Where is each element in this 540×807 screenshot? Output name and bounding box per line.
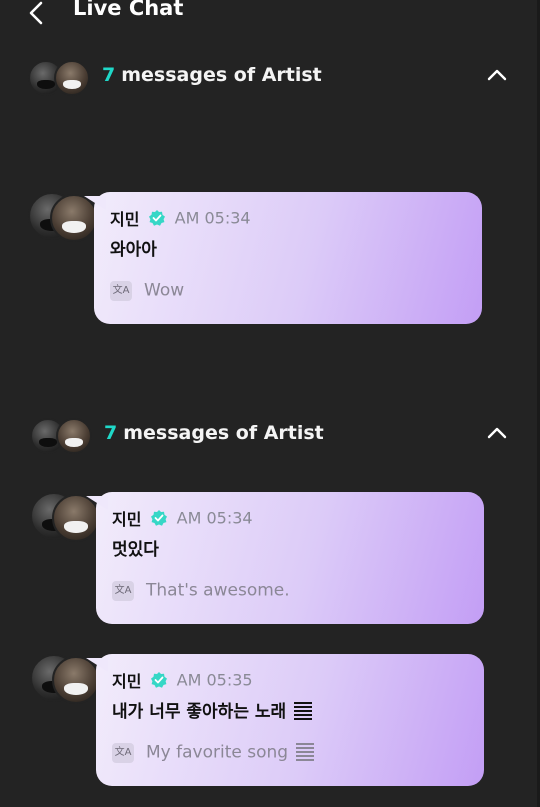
- avatar-group: [28, 418, 94, 454]
- message-count: 7: [104, 422, 118, 444]
- header-bar: Live Chat: [0, 0, 540, 30]
- messages-label: messages of Artist: [123, 422, 324, 444]
- message-translation: 文A Wow: [110, 280, 184, 301]
- chat-bubble[interactable]: 지민 AM 05:34 와아아 文A Wow: [84, 192, 482, 324]
- sender-name: 지민: [110, 210, 140, 229]
- list-lines-icon: [294, 702, 313, 722]
- sender-name: 지민: [112, 510, 142, 529]
- message-translation: 文A That's awesome.: [112, 580, 290, 601]
- translate-icon: 文A: [112, 580, 134, 601]
- message-meta: 지민 AM 05:34: [110, 206, 251, 230]
- translation-text: Wow: [144, 280, 185, 301]
- message-avatar[interactable]: [28, 654, 100, 704]
- artist-messages-label: 7 messages of Artist: [104, 422, 324, 444]
- message-text: 와아아: [110, 240, 157, 260]
- chevron-left-icon[interactable]: [26, 0, 48, 26]
- chat-bubble[interactable]: 지민 AM 05:34 멋있다 文A That's awesome.: [86, 492, 484, 624]
- message-time: AM 05:34: [176, 508, 253, 528]
- translate-icon: 文A: [110, 280, 132, 301]
- list-lines-icon: [296, 742, 315, 763]
- translate-icon: 文A: [112, 742, 134, 763]
- avatar: [54, 60, 90, 96]
- artist-messages-header[interactable]: 7 messages of Artist: [28, 60, 518, 96]
- message-meta: 지민 AM 05:34: [112, 506, 253, 530]
- artist-messages-header[interactable]: 7 messages of Artist: [28, 418, 518, 454]
- verified-badge-icon: [148, 210, 165, 226]
- verified-badge-icon: [150, 510, 167, 526]
- avatar: [52, 494, 100, 542]
- page-title: Live Chat: [73, 0, 184, 20]
- verified-badge-icon: [150, 672, 167, 688]
- chevron-up-icon[interactable]: [484, 64, 510, 86]
- message-avatar[interactable]: [28, 492, 100, 542]
- message-text: 내가 너무 좋아하는 노래: [112, 702, 287, 722]
- message-text: 멋있다: [112, 540, 159, 560]
- message-time: AM 05:35: [176, 670, 253, 690]
- message-text-row: 내가 너무 좋아하는 노래: [112, 697, 313, 722]
- avatar-group: [28, 60, 94, 96]
- message-meta: 지민 AM 05:35: [112, 668, 253, 692]
- messages-label: messages of Artist: [121, 64, 322, 86]
- chat-bubble[interactable]: 지민 AM 05:35 내가 너무 좋아하는 노래 文A My favorite …: [86, 654, 484, 786]
- message-time: AM 05:34: [174, 208, 251, 228]
- avatar: [56, 418, 92, 454]
- message-translation: 文A My favorite song: [112, 742, 315, 763]
- sender-name: 지민: [112, 672, 142, 691]
- translation-text: My favorite song: [146, 742, 289, 763]
- translation-text: That's awesome.: [146, 580, 290, 601]
- chevron-up-icon[interactable]: [484, 422, 510, 444]
- artist-messages-label: 7 messages of Artist: [102, 64, 322, 86]
- message-avatar[interactable]: [28, 192, 98, 242]
- avatar: [52, 656, 100, 704]
- avatar: [50, 194, 98, 242]
- message-count: 7: [102, 64, 116, 86]
